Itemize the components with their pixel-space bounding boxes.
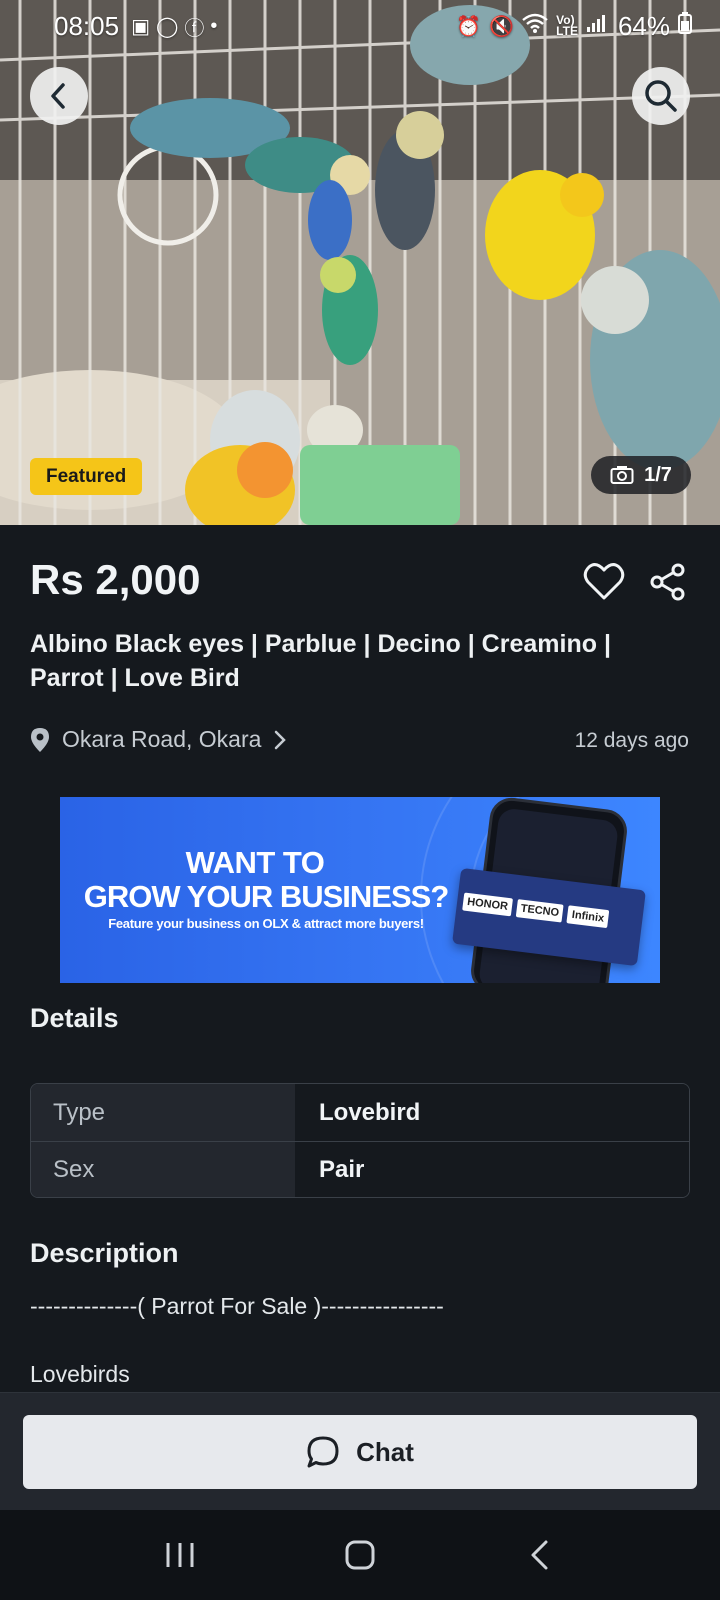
listing-price: Rs 2,000 [30,556,201,603]
brand-logo: HONOR [462,892,513,917]
details-row: Sex Pair [31,1141,689,1197]
brand-logos: HONOR TECNO Infinix [462,892,610,929]
notification-icons: ▣ ◯ ⓕ • [131,12,217,41]
search-button[interactable] [632,67,690,125]
system-icons: ⏰ 🔇 Vo) LTE 64% [456,11,692,42]
promo-banner[interactable]: WANT TO GROW YOUR BUSINESS? Feature your… [60,797,660,983]
home-icon [345,1540,375,1570]
whatsapp-icon: ◯ [155,15,179,38]
chevron-right-icon [275,730,287,749]
volte-icon: Vo) LTE [556,13,578,38]
lovebirds-cage-photo [0,0,720,525]
back-button[interactable] [30,67,88,125]
description-heading: Description [30,1238,179,1268]
details-key: Sex [31,1142,295,1197]
location-pin-icon [31,727,49,752]
battery-percent: 64% [617,10,670,41]
facebook-icon: ⓕ [184,17,205,40]
back-arrow-icon [531,1540,548,1570]
mute-icon: 🔇 [489,15,515,38]
featured-badge: Featured [30,458,143,495]
bottom-action-bar: Chat [0,1392,720,1510]
system-back-button[interactable] [510,1525,570,1585]
status-bar: 08:05 ▣ ◯ ⓕ • ⏰ 🔇 Vo) LTE 64% [0,0,720,52]
details-value: Pair [295,1142,689,1197]
chat-button[interactable]: Chat [23,1415,697,1489]
listing-title: Albino Black eyes | Parblue | Decino | C… [30,630,611,692]
description-line: --------------( Parrot For Sale )-------… [30,1293,444,1319]
location-link[interactable]: Okara Road, Okara [30,726,287,753]
search-icon [645,80,677,112]
recent-apps-icon [166,1543,194,1567]
heart-icon [583,563,625,600]
banner-headline-2: GROW YOUR BUSINESS? [83,879,450,914]
banner-subline: Feature your business on OLX & attract m… [108,916,424,931]
dot-icon: • [210,14,218,37]
details-value: Lovebird [295,1084,689,1141]
brand-logo: Infinix [566,905,610,929]
share-icon [650,563,685,601]
listing-photo[interactable]: 08:05 ▣ ◯ ⓕ • ⏰ 🔇 Vo) LTE 64% Featured 1… [0,0,720,525]
description-line: Lovebirds [30,1361,130,1387]
chevron-left-icon [51,83,65,109]
battery-icon [678,12,692,40]
banner-headline-1: WANT TO [185,845,325,880]
camera-icon [610,466,634,484]
location-text: Okara Road, Okara [62,726,262,752]
details-key: Type [31,1084,295,1141]
status-time: 08:05 [54,10,120,41]
recent-apps-button[interactable] [150,1525,210,1585]
system-nav-bar [0,1510,720,1600]
signal-icon [586,13,606,39]
gallery-icon: ▣ [131,15,150,38]
chat-bubble-icon [307,1436,339,1468]
brand-logo: TECNO [515,899,565,923]
chat-button-label: Chat [356,1436,414,1467]
home-button[interactable] [330,1525,390,1585]
alarm-icon: ⏰ [456,15,482,38]
details-table: Type Lovebird Sex Pair [30,1083,690,1198]
favorite-button[interactable] [583,562,625,602]
details-row: Type Lovebird [31,1084,689,1141]
share-button[interactable] [648,562,688,602]
photo-counter-text: 1/7 [644,463,672,486]
wifi-icon [522,13,548,39]
posted-time: 12 days ago [574,729,689,752]
photo-counter: 1/7 [591,456,691,494]
details-heading: Details [30,1003,119,1033]
